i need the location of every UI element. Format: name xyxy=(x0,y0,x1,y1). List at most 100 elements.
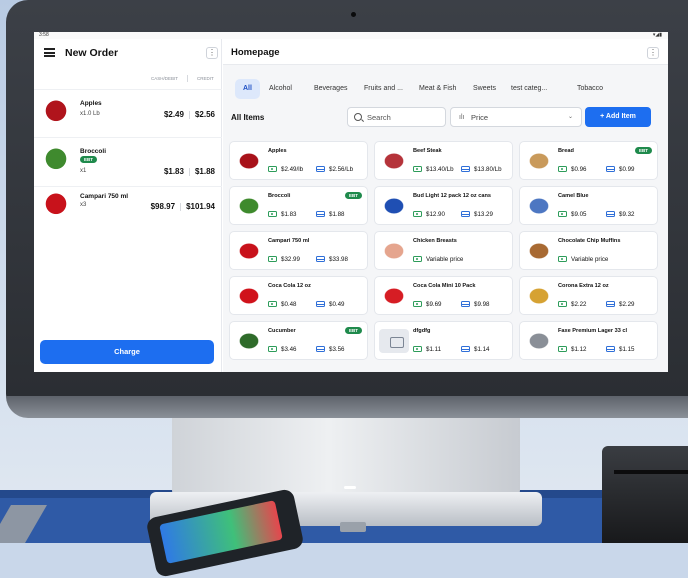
product-grid: Apples $2.49/lb $2.56/Lb Beef Steak $13.40/L… xyxy=(229,141,666,372)
status-bar: 3:58 ▾◢▮ xyxy=(34,32,668,39)
credit-price: $1.88 xyxy=(316,211,344,218)
card-icon xyxy=(461,346,470,352)
product-thumbnail xyxy=(44,148,74,172)
tablet-rim xyxy=(6,396,688,418)
credit-price: $1.14 xyxy=(461,346,489,353)
cash-icon xyxy=(268,346,277,352)
charge-button[interactable]: Charge xyxy=(40,340,214,364)
product-thumbnail xyxy=(234,149,264,173)
credit-header: CREDIT xyxy=(197,76,214,81)
homepage-title: Homepage xyxy=(231,47,280,58)
category-tab[interactable]: Meat & Fish xyxy=(419,79,456,99)
pos-screen: 3:58 ▾◢▮ New Order ⋮ CASH/DEBIT CREDIT A… xyxy=(34,32,668,372)
product-card[interactable]: Campari 750 ml $32.99 $33.98 xyxy=(229,231,368,270)
order-item-prices: $2.49 $2.56 xyxy=(164,110,215,119)
more-vertical-icon[interactable]: ⋮ xyxy=(206,47,218,59)
chevron-down-icon: ⌄ xyxy=(567,114,573,120)
category-tab[interactable]: Alcohol xyxy=(269,79,292,99)
homepage-panel: Homepage ⋮ All Alcohol Beverages Fruits and… xyxy=(223,39,668,372)
product-name: Broccoli xyxy=(268,193,291,199)
product-card[interactable]: Corona Extra 12 oz $2.22 $2.29 xyxy=(519,276,658,315)
card-icon xyxy=(461,301,470,307)
product-card[interactable]: Beef Steak $13.40/Lb $13.80/Lb xyxy=(374,141,513,180)
hamburger-icon[interactable] xyxy=(44,48,55,57)
credit-price-value: $0.99 xyxy=(619,166,635,173)
product-card[interactable]: Bread EBT $0.96 $0.99 xyxy=(519,141,658,180)
product-name: dfgdfg xyxy=(413,328,431,334)
cash-icon xyxy=(268,166,277,172)
product-card[interactable]: Faxe Premium Lager 33 cl $1.12 $1.15 xyxy=(519,321,658,360)
category-tab[interactable]: Beverages xyxy=(314,79,347,99)
category-tab[interactable]: Fruits and ... xyxy=(364,79,403,99)
cash-icon xyxy=(413,256,422,262)
category-tab[interactable]: test categ... xyxy=(511,79,547,99)
card-icon xyxy=(316,256,325,262)
divider xyxy=(180,202,182,211)
cash-price-value: $1.83 xyxy=(281,211,297,218)
product-name: Faxe Premium Lager 33 cl xyxy=(558,328,628,334)
ebt-badge: EBT xyxy=(635,147,652,154)
credit-price: $33.98 xyxy=(316,256,348,263)
cash-price: $1.12 xyxy=(558,346,586,353)
product-card[interactable]: Chocolate Chip Muffins Variable price xyxy=(519,231,658,270)
cash-price-value: $2.49/lb xyxy=(281,166,304,173)
product-card[interactable]: Broccoli EBT $1.83 $1.88 xyxy=(229,186,368,225)
order-title: New Order xyxy=(65,47,119,59)
cash-price-value: Variable price xyxy=(571,256,609,263)
order-item-prices: $1.83 $1.88 xyxy=(164,167,215,176)
credit-price-value: $13.29 xyxy=(474,211,493,218)
credit-price: $9.32 xyxy=(606,211,634,218)
cash-price-value: $2.22 xyxy=(571,301,587,308)
sort-select[interactable]: ılı Price ⌄ xyxy=(450,107,582,127)
product-thumbnail xyxy=(524,329,554,353)
product-card[interactable]: Bud Light 12 pack 12 oz cans $12.90 $13.29 xyxy=(374,186,513,225)
cash-icon xyxy=(268,256,277,262)
stand-indicator xyxy=(344,486,356,489)
status-icons: ▾◢▮ xyxy=(652,32,662,38)
search-input[interactable]: Search xyxy=(347,107,446,127)
credit-price: $13.80/Lb xyxy=(461,166,502,173)
product-card[interactable]: Coca Cola Mini 10 Pack $9.69 $9.98 xyxy=(374,276,513,315)
category-tab[interactable]: Tobacco xyxy=(577,79,603,99)
product-card[interactable]: dfgdfg $1.11 $1.14 xyxy=(374,321,513,360)
credit-price: $2.56 xyxy=(194,110,215,119)
credit-price-value: $1.14 xyxy=(474,346,490,353)
product-card[interactable]: Chicken Breasts Variable price xyxy=(374,231,513,270)
more-vertical-icon[interactable]: ⋮ xyxy=(647,47,659,59)
cash-price: $2.22 xyxy=(558,301,586,308)
product-card[interactable]: Apples $2.49/lb $2.56/Lb xyxy=(229,141,368,180)
category-tab[interactable]: All xyxy=(235,79,260,99)
cash-icon xyxy=(413,166,422,172)
credit-price: $1.88 xyxy=(194,167,215,176)
order-item-qty: x1.0 Lb xyxy=(80,111,100,117)
cash-price: $12.90 xyxy=(413,211,445,218)
order-item-qty: x3 xyxy=(80,202,87,208)
search-placeholder: Search xyxy=(367,113,391,122)
cash-icon xyxy=(558,166,567,172)
credit-price-value: $9.32 xyxy=(619,211,635,218)
add-item-button[interactable]: + Add Item xyxy=(585,107,651,127)
product-name: Cucumber xyxy=(268,328,296,334)
order-item-qty: x1 xyxy=(80,168,87,174)
cash-icon xyxy=(413,346,422,352)
product-card[interactable]: Camel Blue $9.05 $9.32 xyxy=(519,186,658,225)
order-line-item[interactable]: Campari 750 ml x3 $98.97 $101.94 xyxy=(34,186,222,226)
cash-price-value: $13.40/Lb xyxy=(426,166,454,173)
stand-port xyxy=(340,522,366,532)
product-name: Corona Extra 12 oz xyxy=(558,283,609,289)
cash-icon xyxy=(558,346,567,352)
credit-price-value: $33.98 xyxy=(329,256,348,263)
product-card[interactable]: Coca Cola 12 oz $0.48 $0.49 xyxy=(229,276,368,315)
card-icon xyxy=(316,211,325,217)
divider xyxy=(188,110,190,119)
order-line-item[interactable]: Apples x1.0 Lb $2.49 $2.56 xyxy=(34,89,222,137)
cash-price: $98.97 xyxy=(150,202,176,211)
credit-price: $1.15 xyxy=(606,346,634,353)
credit-price-value: $2.29 xyxy=(619,301,635,308)
card-icon xyxy=(606,301,615,307)
product-card[interactable]: Cucumber EBT $3.46 $3.56 xyxy=(229,321,368,360)
category-tab[interactable]: Sweets xyxy=(473,79,496,99)
category-tabs: All Alcohol Beverages Fruits and ... Meat & … xyxy=(235,79,665,99)
cash-price: $9.05 xyxy=(558,211,586,218)
order-line-item[interactable]: Broccoli EBT x1 $1.83 $1.88 xyxy=(34,137,222,186)
